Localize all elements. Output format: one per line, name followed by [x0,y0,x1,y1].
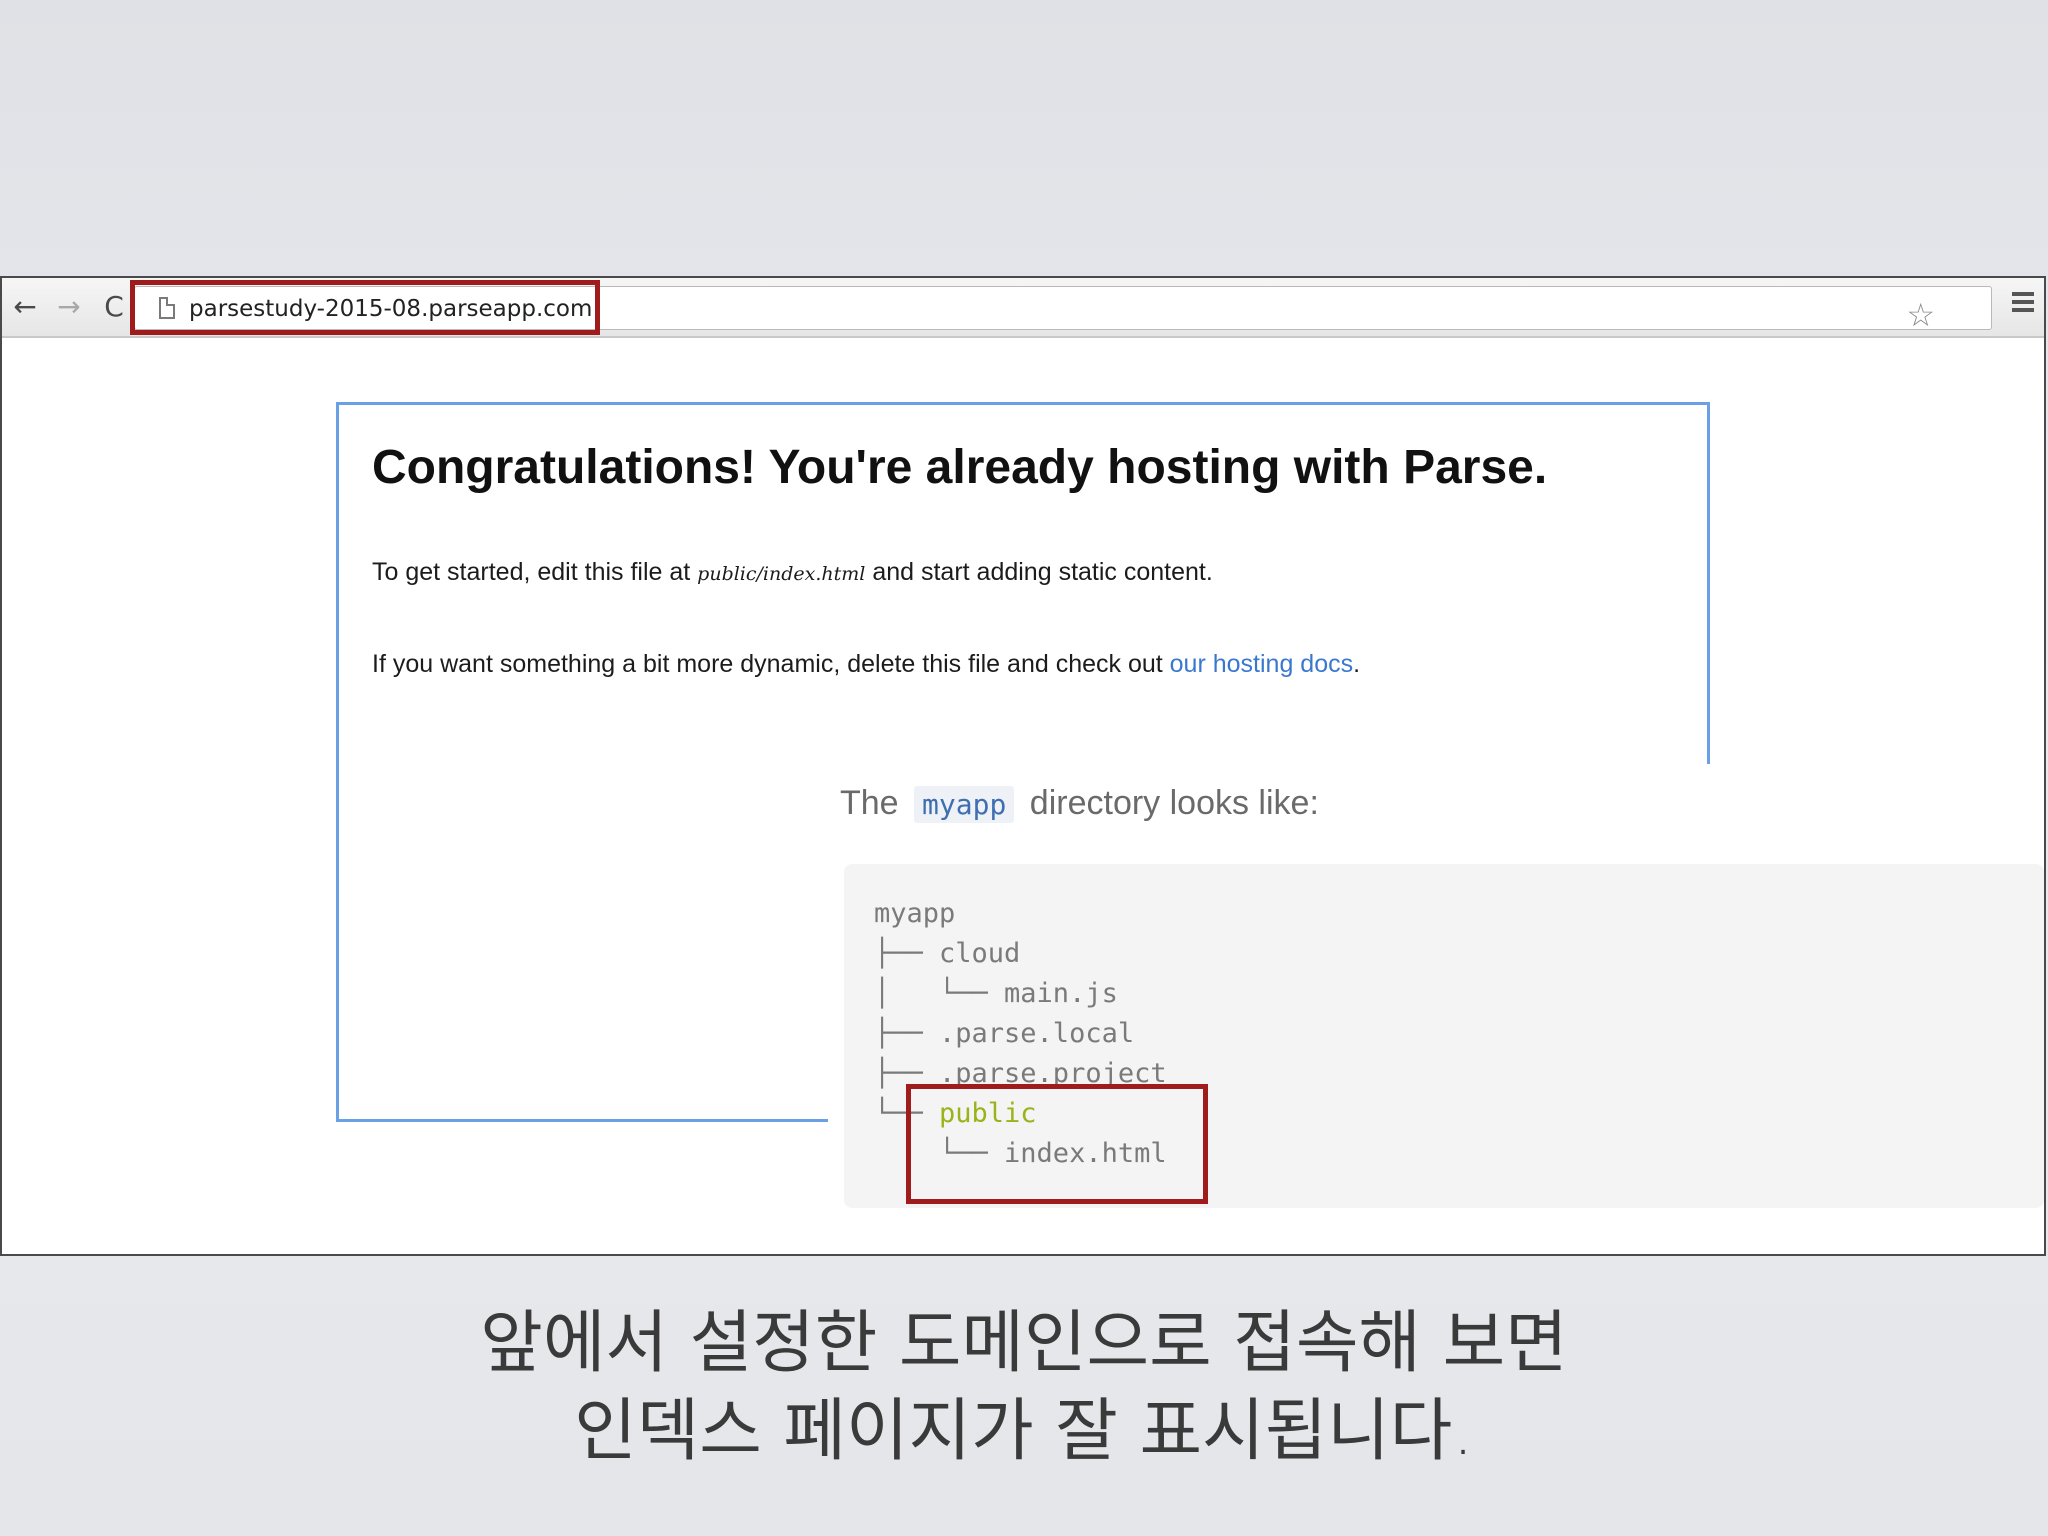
url-highlight-box [130,280,600,335]
caption-line-1: 앞에서 설정한 도메인으로 접속해 보면 [480,1304,1568,1383]
browser-toolbar: ← → C parsestudy-2015-08.parseapp.com ☆ [2,278,2044,338]
public-highlight-box [906,1084,1208,1204]
bookmark-star-icon[interactable]: ☆ [1906,297,1935,333]
dynamic-paragraph: If you want something a bit more dynamic… [372,650,1360,679]
menu-bar [2012,292,2034,296]
intro-text-start: To get started, edit this file at [372,558,698,586]
file-path-code: public/index.html [697,563,866,585]
tree-line: ├── .parse.local [874,1018,1135,1049]
caption-line-2: 인덱스 페이지가 잘 표시됩니다. [574,1392,1474,1471]
caption-rest: directory looks like: [1029,784,1319,822]
tree-line: │ └── main.js [874,978,1118,1009]
caption-the: The [840,784,899,822]
reload-icon[interactable]: C [97,290,131,324]
dynamic-text-start: If you want something a bit more dynamic… [372,650,1170,678]
directory-caption: The myapp directory looks like: [840,784,1319,823]
slide-caption: 앞에서 설정한 도메인으로 접속해 보면 인덱스 페이지가 잘 표시됩니다. [0,1300,2048,1476]
tree-line: ├── cloud [874,938,1021,969]
dynamic-text-end: . [1353,650,1361,678]
intro-paragraph: To get started, edit this file at public… [372,558,1213,587]
forward-icon[interactable]: → [52,290,86,324]
menu-bar [2012,300,2034,304]
menu-icon[interactable] [2012,292,2034,314]
back-icon[interactable]: ← [8,290,42,324]
directory-name-code: myapp [914,786,1015,823]
intro-text-end: and start adding static content. [865,558,1213,586]
tree-line: myapp [874,898,956,929]
page-headline: Congratulations! You're already hosting … [372,441,1548,494]
menu-bar [2012,308,2034,312]
hosting-docs-link[interactable]: our hosting docs [1170,650,1353,678]
